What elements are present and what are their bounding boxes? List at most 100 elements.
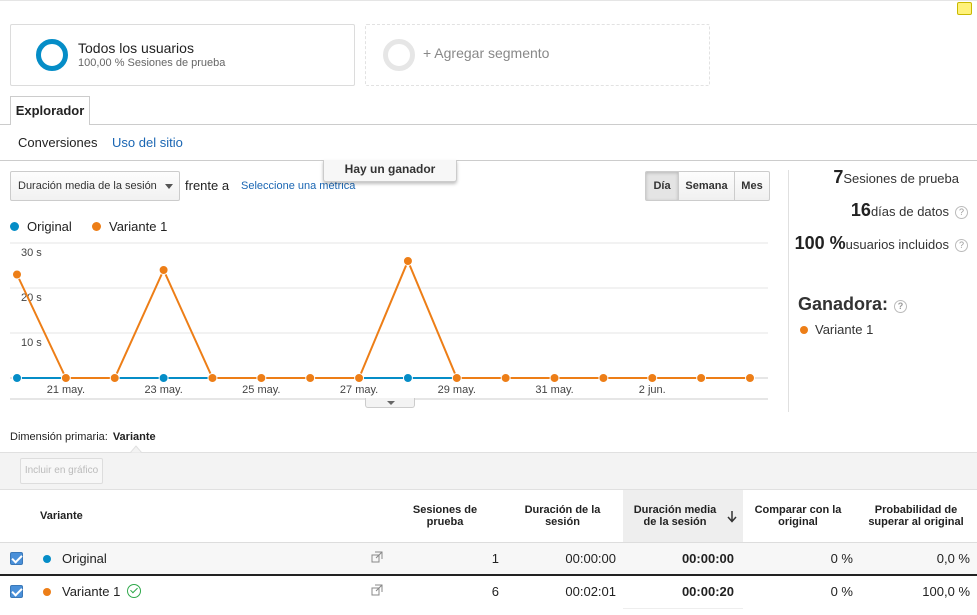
data-point-variant: [451, 373, 462, 383]
winner-heading-label: Ganadora:: [798, 294, 889, 314]
subtab-site-usage[interactable]: Uso del sitio: [112, 135, 183, 150]
legend-label-variant: Variante 1: [109, 219, 168, 234]
metric-dropdown[interactable]: Duración media de la sesión: [10, 171, 180, 201]
y-tick-label: 30 s: [21, 247, 42, 259]
add-segment-label: + Agregar segmento: [423, 45, 550, 61]
stat-sessions: 7Sesiones de prueba: [833, 167, 959, 188]
chevron-down-icon: [165, 184, 173, 189]
primary-dimension: Dimensión primaria: Variante: [10, 431, 156, 443]
include-in-chart-button[interactable]: Incluir en gráfico: [20, 458, 103, 484]
metric-dropdown-label: Duración media de la sesión: [18, 180, 157, 192]
cell-avg-duration: 00:00:20: [681, 584, 734, 599]
segment-ring-empty-icon: [383, 39, 415, 71]
versus-label: frente a: [185, 178, 230, 193]
winner-dot: [800, 326, 808, 334]
stat-users-label: usuarios incluidos: [845, 237, 949, 252]
y-tick-label: 10 s: [21, 337, 42, 349]
stat-sessions-value: 7: [833, 167, 844, 187]
legend-dot-original: [10, 222, 19, 231]
th-sessions[interactable]: Sesiones de prueba: [405, 490, 485, 542]
open-variant-icon[interactable]: [371, 551, 383, 563]
stat-sessions-label: Sesiones de prueba: [843, 171, 959, 186]
x-tick-label: 25 may.: [242, 384, 280, 396]
winner-variant: Variante 1: [800, 322, 873, 337]
stat-users: 100 %usuarios incluidos?: [795, 233, 968, 254]
legend-variant: Variante 1: [92, 219, 167, 234]
data-point-variant: [745, 373, 755, 383]
row-name[interactable]: Variante 1: [62, 584, 142, 599]
data-point-variant: [402, 256, 413, 266]
chart-resize-handle[interactable]: [365, 398, 415, 408]
data-point-variant: [500, 373, 511, 383]
period-day-button[interactable]: Día: [645, 171, 679, 201]
data-point-variant: [256, 373, 267, 383]
x-tick-label: 27 may.: [340, 384, 378, 396]
stats-divider: [788, 170, 789, 412]
th-variant[interactable]: Variante: [40, 490, 160, 542]
open-variant-icon[interactable]: [371, 584, 383, 596]
sort-desc-icon[interactable]: [727, 510, 737, 523]
segment-ring-icon: [36, 39, 68, 71]
period-week-button[interactable]: Semana: [678, 171, 735, 201]
th-probability[interactable]: Probabilidad de superar al original: [862, 490, 970, 542]
table-row: Original 1 00:00:00 00:00:00 0 % 0,0 %: [0, 543, 977, 576]
segment-card-all-users[interactable]: Todos los usuarios 100,00 % Sesiones de …: [10, 24, 355, 86]
row-name[interactable]: Original: [62, 551, 107, 566]
line-chart: 30 s 20 s 10 s 21 may. 23 may. 25 may. 27 may.…: [10, 242, 768, 400]
period-month-button[interactable]: Mes: [734, 171, 770, 201]
data-point-variant: [354, 373, 365, 383]
x-tick-label: 23 may.: [144, 384, 182, 396]
y-tick-label: 20 s: [21, 292, 42, 304]
help-icon[interactable]: ?: [955, 239, 968, 252]
chevron-down-icon: [387, 401, 395, 405]
data-point-original: [158, 373, 169, 383]
row-dot-variant: [43, 588, 51, 596]
tab-divider: [0, 124, 977, 125]
x-tick-label: 2 jun.: [639, 384, 666, 396]
subtab-divider: [0, 160, 977, 161]
cell-probability: 0,0 %: [936, 551, 970, 566]
row-checkbox[interactable]: [10, 552, 23, 565]
data-point-variant: [305, 373, 316, 383]
x-tick-label: 21 may.: [47, 384, 85, 396]
help-icon[interactable]: ?: [894, 300, 908, 313]
primary-dimension-value[interactable]: Variante: [113, 431, 156, 443]
top-border: [0, 0, 977, 1]
add-segment-card[interactable]: + Agregar segmento: [365, 24, 710, 86]
subtab-conversions[interactable]: Conversiones: [18, 135, 98, 150]
legend-original: Original: [10, 219, 72, 234]
table-toolbar: [0, 452, 977, 490]
stat-days-value: 16: [850, 200, 871, 220]
cell-probability: 100,0 %: [922, 584, 970, 599]
cell-compare: 0 %: [830, 551, 853, 566]
cell-compare: 0 %: [830, 584, 853, 599]
help-icon[interactable]: ?: [955, 206, 968, 219]
th-duration[interactable]: Duración de la sesión: [515, 490, 610, 542]
stat-days-label: días de datos: [870, 204, 949, 219]
segment-title: Todos los usuarios: [78, 40, 194, 56]
row-name-label: Original: [62, 551, 107, 566]
th-avg-duration[interactable]: Duración media de la sesión: [630, 490, 720, 542]
cell-duration: 00:00:00: [565, 551, 616, 566]
winner-check-icon: [127, 584, 142, 598]
data-point-original: [402, 373, 413, 383]
th-compare[interactable]: Comparar con la original: [748, 490, 848, 542]
legend-dot-variant: [92, 222, 101, 231]
data-point-original: [12, 373, 22, 383]
data-point-variant: [598, 373, 609, 383]
tab-explorer[interactable]: Explorador: [10, 96, 90, 125]
cell-sessions: 1: [491, 551, 499, 566]
data-point-variant: [647, 373, 658, 383]
legend-label-original: Original: [27, 219, 72, 234]
row-checkbox[interactable]: [10, 585, 23, 598]
cell-avg-duration: 00:00:00: [681, 551, 734, 566]
segment-subtitle: 100,00 % Sesiones de prueba: [78, 57, 226, 69]
stat-days: 16días de datos?: [851, 200, 968, 221]
x-tick-label: 29 may.: [438, 384, 476, 396]
note-icon[interactable]: [957, 2, 972, 15]
series-line-variant: [16, 258, 750, 379]
x-tick-label: 31 may.: [535, 384, 573, 396]
data-point-variant: [696, 373, 707, 383]
data-point-variant: [60, 373, 71, 383]
row-name-label: Variante 1: [62, 584, 121, 599]
